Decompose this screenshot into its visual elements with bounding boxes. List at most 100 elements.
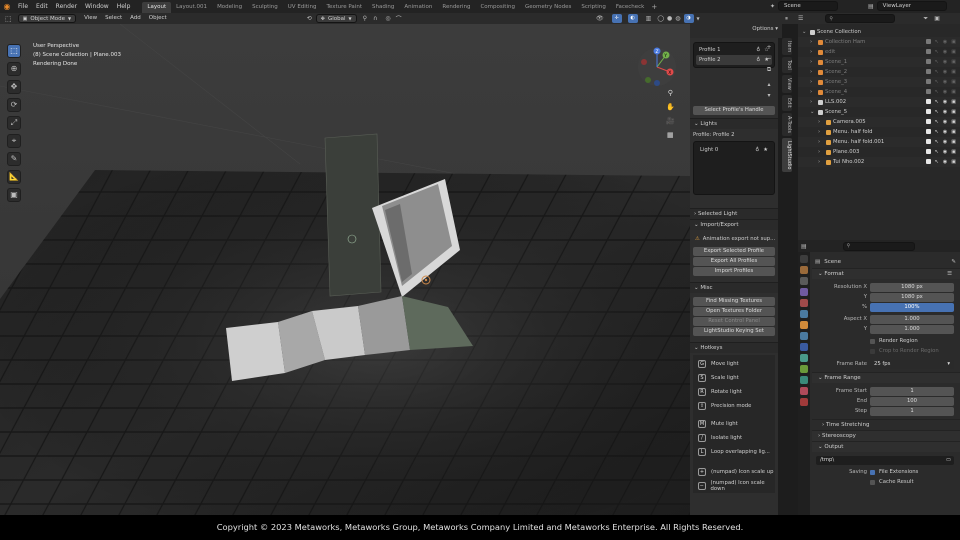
light-item[interactable]: Light 0 ♁ ★ — [697, 145, 771, 154]
blender-logo-icon[interactable]: ◉ — [0, 0, 14, 13]
camera-view-icon[interactable]: 🎥 — [666, 114, 675, 128]
eye-icon[interactable]: ◉ — [943, 129, 947, 135]
menu-render[interactable]: Render — [52, 0, 81, 13]
rendered-shading-icon[interactable]: ◑ — [683, 14, 694, 23]
material-tab-icon[interactable] — [800, 387, 808, 395]
tab-layout[interactable]: Layout — [142, 1, 172, 13]
scene-tab-icon[interactable] — [800, 299, 808, 307]
exclude-checkbox[interactable] — [925, 89, 931, 94]
pivot-icon[interactable]: ⟲ — [307, 15, 312, 22]
tab-scripting[interactable]: Scripting — [576, 2, 610, 13]
xray-icon[interactable]: ▥ — [646, 15, 652, 22]
camera-icon[interactable]: ▣ — [951, 149, 956, 155]
expand-arrow-icon[interactable]: › — [818, 139, 823, 145]
move-tool[interactable]: ✥ — [7, 80, 21, 94]
select-arrow-icon[interactable]: ↖ — [935, 149, 939, 155]
frame-range-header[interactable]: ⌄ Frame Range — [812, 372, 960, 383]
open-textures-folder-button[interactable]: Open Textures Folder — [693, 307, 775, 316]
outliner-row[interactable]: ⌄ Scene_5 ↖ ◉ ▣ — [798, 107, 960, 117]
select-profile-handle-button[interactable]: Select Profile's Handle — [693, 106, 775, 115]
tab-geometry-nodes[interactable]: Geometry Nodes — [520, 2, 576, 13]
exclude-checkbox[interactable] — [925, 49, 931, 54]
sidebar-tab-a-tools[interactable]: A-Tools — [782, 112, 792, 136]
magnet-icon[interactable]: ∩ — [373, 15, 377, 22]
sidebar-tab-item[interactable]: Item — [782, 38, 792, 56]
tab-shading[interactable]: Shading — [367, 2, 399, 13]
exclude-checkbox[interactable] — [925, 39, 931, 44]
eye-icon[interactable]: ◉ — [943, 39, 947, 45]
presets-icon[interactable]: ☰ — [947, 269, 952, 280]
particles-tab-icon[interactable] — [800, 343, 808, 351]
sidebar-tab-lightstudio[interactable]: LightStudio — [782, 137, 792, 173]
output-path-field[interactable]: /tmp\ ▭ — [816, 455, 954, 465]
cursor-tool[interactable]: ⊕ — [7, 62, 21, 76]
outliner-row[interactable]: › LLS.002 ↖ ◉ ▣ — [798, 97, 960, 107]
viewport-menu-view[interactable]: View — [80, 13, 101, 24]
eye-icon[interactable]: ◉ — [943, 119, 947, 125]
hotkeys-header[interactable]: ⌄ Hotkeys — [690, 342, 778, 353]
remove-icon[interactable]: − — [764, 53, 774, 64]
outliner-row[interactable]: › Plane.003 ↖ ◉ ▣ — [798, 147, 960, 157]
select-arrow-icon[interactable]: ↖ — [935, 49, 939, 55]
camera-icon[interactable]: ▣ — [951, 49, 956, 55]
new-collection-icon[interactable]: ▣ — [934, 15, 940, 22]
scale-tool[interactable]: ⤢ — [7, 116, 21, 130]
modifier-tab-icon[interactable] — [800, 332, 808, 340]
outliner-row[interactable]: ⌄ Scene Collection — [798, 27, 960, 37]
profile-item[interactable]: Profile 1 ♁ ☆ — [696, 45, 772, 55]
transform-tool[interactable]: ⌖ — [7, 134, 21, 148]
import-profiles-button[interactable]: Import Profiles — [693, 267, 775, 276]
select-arrow-icon[interactable]: ↖ — [935, 159, 939, 165]
output-header[interactable]: ⌄ Output — [812, 441, 960, 452]
menu-help[interactable]: Help — [113, 0, 135, 13]
expand-arrow-icon[interactable]: › — [818, 119, 823, 125]
camera-icon[interactable]: ▣ — [951, 119, 956, 125]
star-filled-icon[interactable]: ★ — [763, 147, 768, 153]
expand-arrow-icon[interactable]: › — [810, 59, 815, 65]
outliner-row[interactable]: › Scene_2 ↖ ◉ ▣ — [798, 67, 960, 77]
frame-rate-dropdown[interactable]: 25 fps ▾ — [870, 359, 954, 369]
render-region-checkbox[interactable] — [870, 338, 875, 344]
select-arrow-icon[interactable]: ↖ — [935, 59, 939, 65]
mode-dropdown[interactable]: ▣ Object Mode ▼ — [17, 14, 77, 23]
outliner-search[interactable]: ⚲ — [825, 14, 896, 23]
outliner-row[interactable]: › Scene_3 ↖ ◉ ▣ — [798, 77, 960, 87]
frame-step-field[interactable]: 1 — [870, 406, 954, 416]
expand-arrow-icon[interactable]: › — [818, 159, 823, 165]
eye-icon[interactable]: ◉ — [943, 49, 947, 55]
expand-arrow-icon[interactable]: › — [810, 79, 815, 85]
pan-hand-icon[interactable]: ✋ — [666, 100, 675, 114]
select-arrow-icon[interactable]: ↖ — [935, 69, 939, 75]
expand-arrow-icon[interactable]: › — [818, 149, 823, 155]
render-tab-icon[interactable] — [800, 266, 808, 274]
lights-list[interactable]: Light 0 ♁ ★ — [693, 141, 775, 195]
tab-sculpting[interactable]: Sculpting — [247, 2, 283, 13]
exclude-checkbox[interactable] — [925, 139, 931, 144]
frame-end-field[interactable]: 100 — [870, 396, 954, 406]
profile-item-selected[interactable]: Profile 2 ♁ ★ — [696, 55, 772, 65]
crop-region-checkbox[interactable] — [870, 348, 875, 354]
select-arrow-icon[interactable]: ↖ — [935, 139, 939, 145]
data-tab-icon[interactable] — [800, 376, 808, 384]
eye-icon[interactable]: ◉ — [943, 89, 947, 95]
outliner-row[interactable]: › Scene_1 ↖ ◉ ▣ — [798, 57, 960, 67]
copy-icon[interactable]: ⧉ — [764, 64, 774, 75]
outliner-row[interactable]: › Tui Nho.002 ↖ ◉ ▣ — [798, 157, 960, 167]
outliner-type-icon[interactable]: ☰ — [798, 15, 803, 22]
physics-tab-icon[interactable] — [800, 354, 808, 362]
outliner-row[interactable]: › Camera.005 ↖ ◉ ▣ — [798, 117, 960, 127]
export-all-profiles-button[interactable]: Export All Profiles — [693, 257, 775, 266]
add-cube-tool[interactable]: ▣ — [7, 188, 21, 202]
select-arrow-icon[interactable]: ↖ — [935, 129, 939, 135]
time-stretching-header[interactable]: › Time Stretching — [812, 419, 960, 430]
viewlayer-field[interactable]: ViewLayer — [876, 1, 947, 11]
zoom-icon[interactable]: ⚲ — [666, 86, 675, 100]
camera-icon[interactable]: ▣ — [951, 109, 956, 115]
expand-arrow-icon[interactable]: ⌄ — [802, 29, 807, 35]
select-arrow-icon[interactable]: ↖ — [935, 109, 939, 115]
resolution-percent-field[interactable]: 100% — [870, 302, 954, 312]
lightbulb-icon[interactable]: ♁ — [755, 147, 759, 153]
camera-icon[interactable]: ▣ — [951, 39, 956, 45]
sidebar-tab-edit[interactable]: Edit — [782, 94, 792, 111]
select-arrow-icon[interactable]: ↖ — [935, 99, 939, 105]
